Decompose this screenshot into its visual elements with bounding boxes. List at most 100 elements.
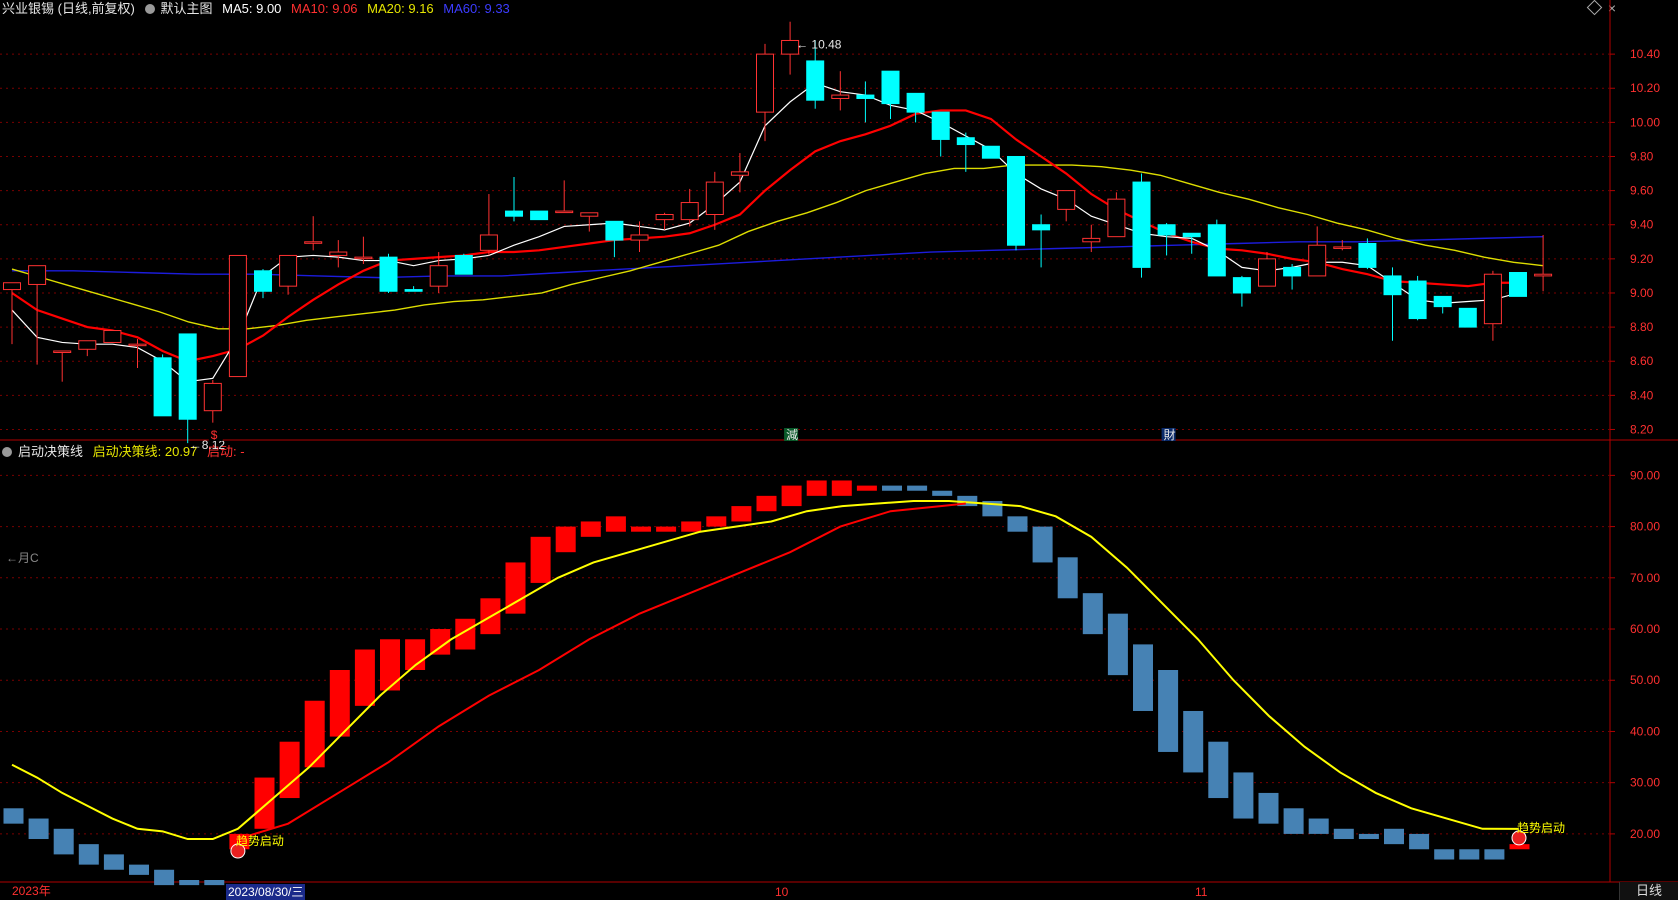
signal-label: 趋势启动: [236, 834, 284, 848]
candle-body: [505, 210, 523, 217]
indicator-bar: [831, 480, 852, 496]
indicator-bar: [1107, 613, 1128, 676]
indicator-bar: [907, 485, 928, 491]
candle-body: [28, 265, 47, 285]
y-tick-label: 8.60: [1630, 354, 1654, 368]
indicator-bar: [1258, 792, 1279, 824]
indicator-bar: [3, 808, 24, 824]
candle-body: [3, 282, 21, 291]
indicator-bar: [932, 490, 953, 496]
candle-body: [1032, 224, 1051, 231]
y-tick-label: 10.40: [1630, 47, 1660, 61]
indicator-bar: [1082, 593, 1103, 635]
indicator-bar: [580, 521, 601, 537]
indicator-bar: [555, 526, 576, 553]
indicator-bar: [1158, 670, 1179, 752]
period-tab[interactable]: 日线: [1619, 882, 1678, 900]
candle-body: [730, 171, 749, 176]
indicator-bar: [1283, 808, 1304, 834]
indicator-bar: [1434, 849, 1455, 860]
indicator-bar: [706, 516, 727, 527]
event-marker: 財: [1164, 427, 1176, 442]
indicator-bar: [1333, 828, 1354, 840]
indicator-bar: [53, 828, 74, 855]
indicator-bar: [656, 526, 677, 532]
indicator-bar: [605, 516, 626, 532]
indicator-bar: [1233, 772, 1254, 819]
y-tick-label: 8.40: [1630, 388, 1654, 402]
chart-canvas[interactable]: 10.40 10.20 10.00 9.80 9.60 9.40 9.20 9.00 8.80 8…: [0, 0, 1678, 900]
candle-body: [404, 289, 423, 292]
indicator-bar: [103, 854, 124, 870]
indicator-bar: [1308, 818, 1329, 834]
candle-body: [153, 357, 172, 417]
candle-body: [981, 145, 1000, 159]
indicator-bar: [28, 818, 49, 840]
candle-body: [956, 137, 975, 146]
indicator-bar: [530, 536, 551, 583]
candle-body: [1258, 258, 1276, 287]
candle-body: [178, 333, 197, 420]
candle-body: [555, 210, 574, 214]
candle-body: [329, 251, 348, 256]
candle-body: [254, 270, 272, 292]
candle-body: [304, 241, 323, 244]
indicator-bar: [882, 485, 902, 491]
indicator-bar: [756, 495, 777, 512]
y-tick-label: 9.00: [1630, 286, 1654, 300]
candle-body: [831, 94, 850, 99]
candle-body: [906, 92, 925, 113]
candle-body: [1232, 277, 1251, 294]
indicator-bar: [806, 480, 827, 496]
high-label: ← 10.48: [796, 37, 842, 51]
candle-body: [103, 330, 122, 343]
indicator-bar: [781, 485, 802, 507]
indicator-bar: [1133, 644, 1153, 711]
candle-body: [655, 213, 674, 221]
indicator-bar: [1409, 833, 1430, 850]
candle-body: [756, 53, 774, 113]
candle-body: [429, 265, 448, 287]
indicator-bar: [129, 864, 149, 875]
candle-body: [279, 254, 298, 287]
cursor-date: 2023/08/30/三: [226, 884, 306, 900]
y-tick-label: 9.20: [1630, 252, 1654, 266]
indicator-bar: [1484, 849, 1505, 860]
indicator-bar: [1007, 516, 1028, 532]
y-tick-label: 9.60: [1630, 184, 1654, 198]
candle-body: [630, 234, 649, 241]
indicator-bar: [631, 526, 651, 532]
y-tick-label: 20.00: [1630, 827, 1660, 841]
candle-body: [1408, 280, 1427, 320]
y-tick-label: 40.00: [1630, 724, 1660, 738]
candle-body: [128, 343, 147, 347]
indicator-bar: [1459, 849, 1480, 860]
candle-body: [1358, 243, 1377, 268]
candle-body: [1458, 307, 1477, 328]
signal-label: 趋势启动: [1517, 821, 1565, 835]
event-marker: 減: [786, 427, 798, 442]
event-marker: $: [211, 428, 218, 442]
candle-body: [806, 60, 825, 101]
indicator-bar: [354, 649, 375, 706]
indicator-bar: [380, 639, 400, 691]
indicator-bar: [731, 506, 752, 522]
candle-body: [580, 212, 599, 217]
indicator-bar: [1183, 710, 1204, 773]
candle-body: [1057, 190, 1076, 210]
stock-chart-window: 兴业银锡 (日线,前复权) 默认主图 MA5: 9.00 MA10: 9.06 …: [0, 0, 1678, 900]
candle-body: [1132, 181, 1151, 268]
candle-body: [1107, 198, 1126, 238]
candle-body: [354, 256, 373, 260]
indicator-bar: [1358, 833, 1379, 840]
candle-body: [203, 382, 222, 412]
indicator-bar: [1208, 741, 1229, 799]
axis-month-oct: 10: [775, 885, 789, 899]
y-tick-label: 90.00: [1630, 468, 1660, 482]
indicator-bar: [856, 485, 877, 491]
y-tick-label: 60.00: [1630, 622, 1660, 636]
candle-body: [1509, 272, 1527, 297]
candle-body: [1157, 224, 1176, 236]
candle-body: [228, 254, 247, 378]
candle-body: [479, 234, 498, 251]
